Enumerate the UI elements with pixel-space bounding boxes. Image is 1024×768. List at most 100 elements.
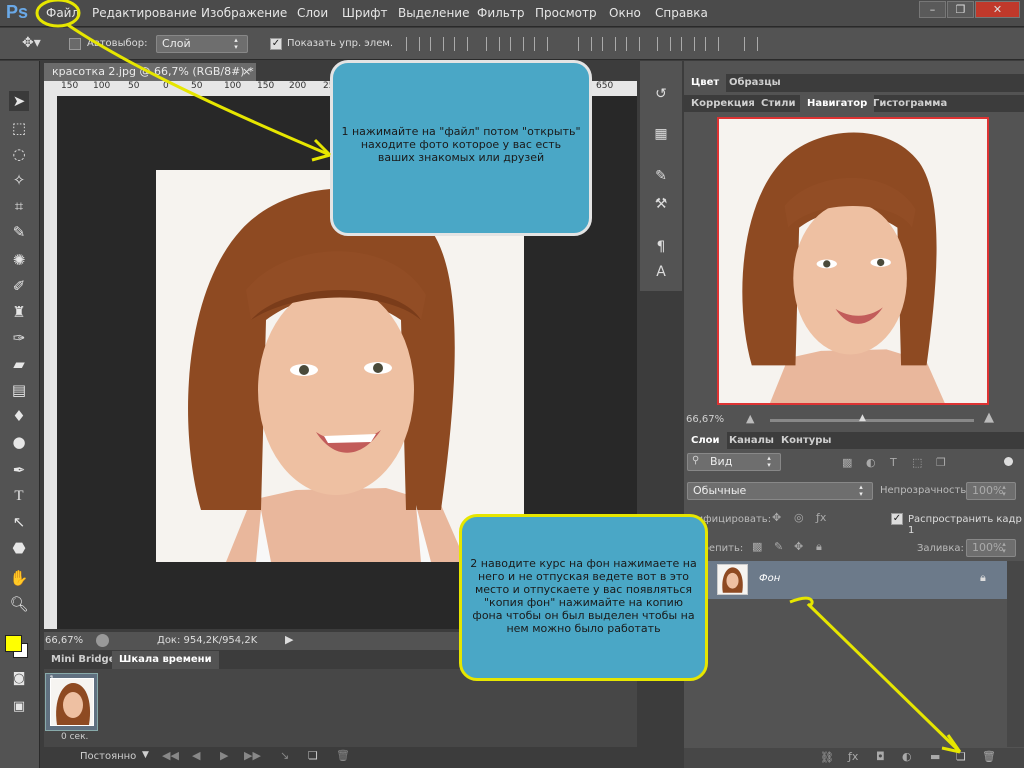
layer-filter-dropdown[interactable]: Вид <box>687 453 781 471</box>
show-controls-checkbox[interactable]: ✓ <box>270 38 282 50</box>
tab-mini-bridge[interactable]: Mini Bridge <box>44 651 123 669</box>
distribute-bottom-icon[interactable] <box>626 37 640 51</box>
layer-name[interactable]: Фон <box>759 573 780 584</box>
tab-timeline[interactable]: Шкала времени <box>112 651 219 669</box>
path-selection-icon[interactable]: ↖ <box>9 512 29 532</box>
align-right-icon[interactable] <box>534 37 548 51</box>
eyedropper-icon[interactable]: ✎ <box>9 222 29 242</box>
distribute-right-icon[interactable] <box>705 37 719 51</box>
restore-button[interactable]: ❐ <box>947 1 974 18</box>
close-button[interactable]: ✕ <box>975 1 1020 18</box>
align-bottom-icon[interactable] <box>454 37 468 51</box>
trash-icon[interactable]: 🗑︎ <box>336 749 350 762</box>
brush-preset-icon[interactable]: ✎ <box>650 168 672 190</box>
layer-row-background[interactable]: ◉ Фон 🔒︎ <box>684 561 1007 599</box>
fill-input[interactable]: 100% <box>966 539 1016 557</box>
lock-transparent-icon[interactable]: ▩ <box>752 540 762 553</box>
lock-position-icon[interactable]: ✥ <box>794 540 803 553</box>
type-tool-icon[interactable]: T <box>9 486 29 506</box>
pen-tool-icon[interactable]: ✒ <box>9 460 29 480</box>
align-hcenter-icon[interactable] <box>510 37 524 51</box>
tween-icon[interactable]: ↘ <box>280 749 289 762</box>
distribute-vcenter-icon[interactable] <box>602 37 616 51</box>
filter-adjustment-icon[interactable]: ◐ <box>866 456 876 469</box>
tab-channels[interactable]: Каналы <box>722 432 781 450</box>
eraser-tool-icon[interactable]: ▰ <box>9 354 29 374</box>
lock-pixels-icon[interactable]: ✎ <box>774 540 783 553</box>
layers-scrollbar[interactable] <box>1007 561 1024 747</box>
blur-tool-icon[interactable]: ♦ <box>9 406 29 426</box>
tab-adjustments[interactable]: Коррекция <box>684 95 762 113</box>
auto-align-icon[interactable] <box>744 37 758 51</box>
hand-tool-icon[interactable]: ✋ <box>9 568 29 588</box>
tab-swatches[interactable]: Образцы <box>722 74 788 92</box>
timeline-frame[interactable]: 1 <box>45 673 98 731</box>
delete-layer-icon[interactable]: 🗑︎ <box>982 750 996 763</box>
blend-mode-dropdown[interactable]: Обычные <box>687 482 873 500</box>
character-icon[interactable]: ¶ <box>650 239 672 261</box>
clone-stamp-icon[interactable]: ♜ <box>9 302 29 322</box>
next-frame-icon[interactable]: ▶▶ <box>244 749 261 762</box>
navigator-zoom-slider[interactable] <box>770 419 974 422</box>
lock-all-icon[interactable]: 🔒︎ <box>816 540 822 554</box>
minimize-button[interactable]: – <box>919 1 946 18</box>
tool-preset-icon[interactable]: ⚒ <box>650 196 672 218</box>
zoom-out-icon[interactable]: ▲ <box>746 412 754 425</box>
tab-navigator[interactable]: Навигатор <box>800 95 875 113</box>
document-tab[interactable]: красотка 2.jpg @ 66,7% (RGB/8#) * × <box>44 63 256 81</box>
distribute-hcenter-icon[interactable] <box>681 37 695 51</box>
filter-type-icon[interactable]: T <box>890 456 897 469</box>
close-icon[interactable]: × <box>242 63 251 81</box>
zoom-in-icon[interactable]: ▲ <box>984 410 994 425</box>
tab-color[interactable]: Цвет <box>684 74 727 92</box>
move-tool-icon[interactable]: ➤ <box>9 91 29 111</box>
distribute-left-icon[interactable] <box>657 37 671 51</box>
new-layer-icon[interactable]: ❏ <box>956 750 966 763</box>
navigator-zoom[interactable]: 66,67% <box>686 414 724 425</box>
filter-toggle[interactable] <box>1004 457 1013 466</box>
menu-image[interactable]: Изображение <box>201 6 287 20</box>
filter-shape-icon[interactable]: ⬚ <box>912 456 922 469</box>
unify-position-icon[interactable]: ✥ <box>772 511 781 524</box>
unify-visibility-icon[interactable]: ◎ <box>794 511 804 524</box>
align-left-icon[interactable] <box>486 37 500 51</box>
paragraph-icon[interactable]: A <box>650 264 672 286</box>
first-frame-icon[interactable]: ◀◀ <box>162 749 179 762</box>
menu-file[interactable]: Файл <box>46 6 79 20</box>
group-folder-icon[interactable]: ▬ <box>930 750 940 763</box>
dodge-tool-icon[interactable]: ● <box>9 432 29 452</box>
autoselect-checkbox[interactable] <box>69 38 81 50</box>
opacity-input[interactable]: 100% <box>966 482 1016 500</box>
align-top-icon[interactable] <box>406 37 420 51</box>
play-icon[interactable]: ▶ <box>220 749 228 762</box>
magic-wand-icon[interactable]: ✧ <box>9 170 29 190</box>
status-menu-arrow-icon[interactable]: ▶ <box>285 633 293 646</box>
chevron-down-icon[interactable]: ▼ <box>142 750 149 760</box>
shape-tool-icon[interactable]: ⬣ <box>9 538 29 558</box>
zoom-readout[interactable]: 66,67% <box>45 635 83 646</box>
menu-filter[interactable]: Фильтр <box>477 6 524 20</box>
menu-window[interactable]: Окно <box>609 6 641 20</box>
brush-tool-icon[interactable]: ✐ <box>9 276 29 296</box>
menu-select[interactable]: Выделение <box>398 6 469 20</box>
history-brush-icon[interactable]: ✑ <box>9 328 29 348</box>
propagate-checkbox[interactable]: ✓ <box>891 513 903 525</box>
lasso-tool-icon[interactable]: ◌ <box>9 144 29 164</box>
adjustment-layer-icon[interactable]: ◐ <box>902 750 912 763</box>
menu-edit[interactable]: Редактирование <box>92 6 197 20</box>
history-icon[interactable]: ↺ <box>650 86 672 108</box>
link-layers-icon[interactable]: ⛓ <box>820 751 834 764</box>
loop-dropdown[interactable]: Постоянно <box>80 751 136 762</box>
menu-help[interactable]: Справка <box>655 6 708 20</box>
actions-icon[interactable]: ▦ <box>650 126 672 148</box>
autoselect-dropdown[interactable]: Слой <box>156 35 248 53</box>
quick-mask-icon[interactable]: ◙ <box>9 669 29 689</box>
distribute-top-icon[interactable] <box>578 37 592 51</box>
fx-icon[interactable]: ƒx <box>848 750 858 763</box>
menu-view[interactable]: Просмотр <box>535 6 597 20</box>
prev-frame-icon[interactable]: ◀ <box>192 749 200 762</box>
filter-smart-icon[interactable]: ❐ <box>936 456 946 469</box>
menu-layers[interactable]: Слои <box>297 6 328 20</box>
tab-styles[interactable]: Стили <box>754 95 802 113</box>
crop-tool-icon[interactable]: ⌗ <box>9 196 29 216</box>
